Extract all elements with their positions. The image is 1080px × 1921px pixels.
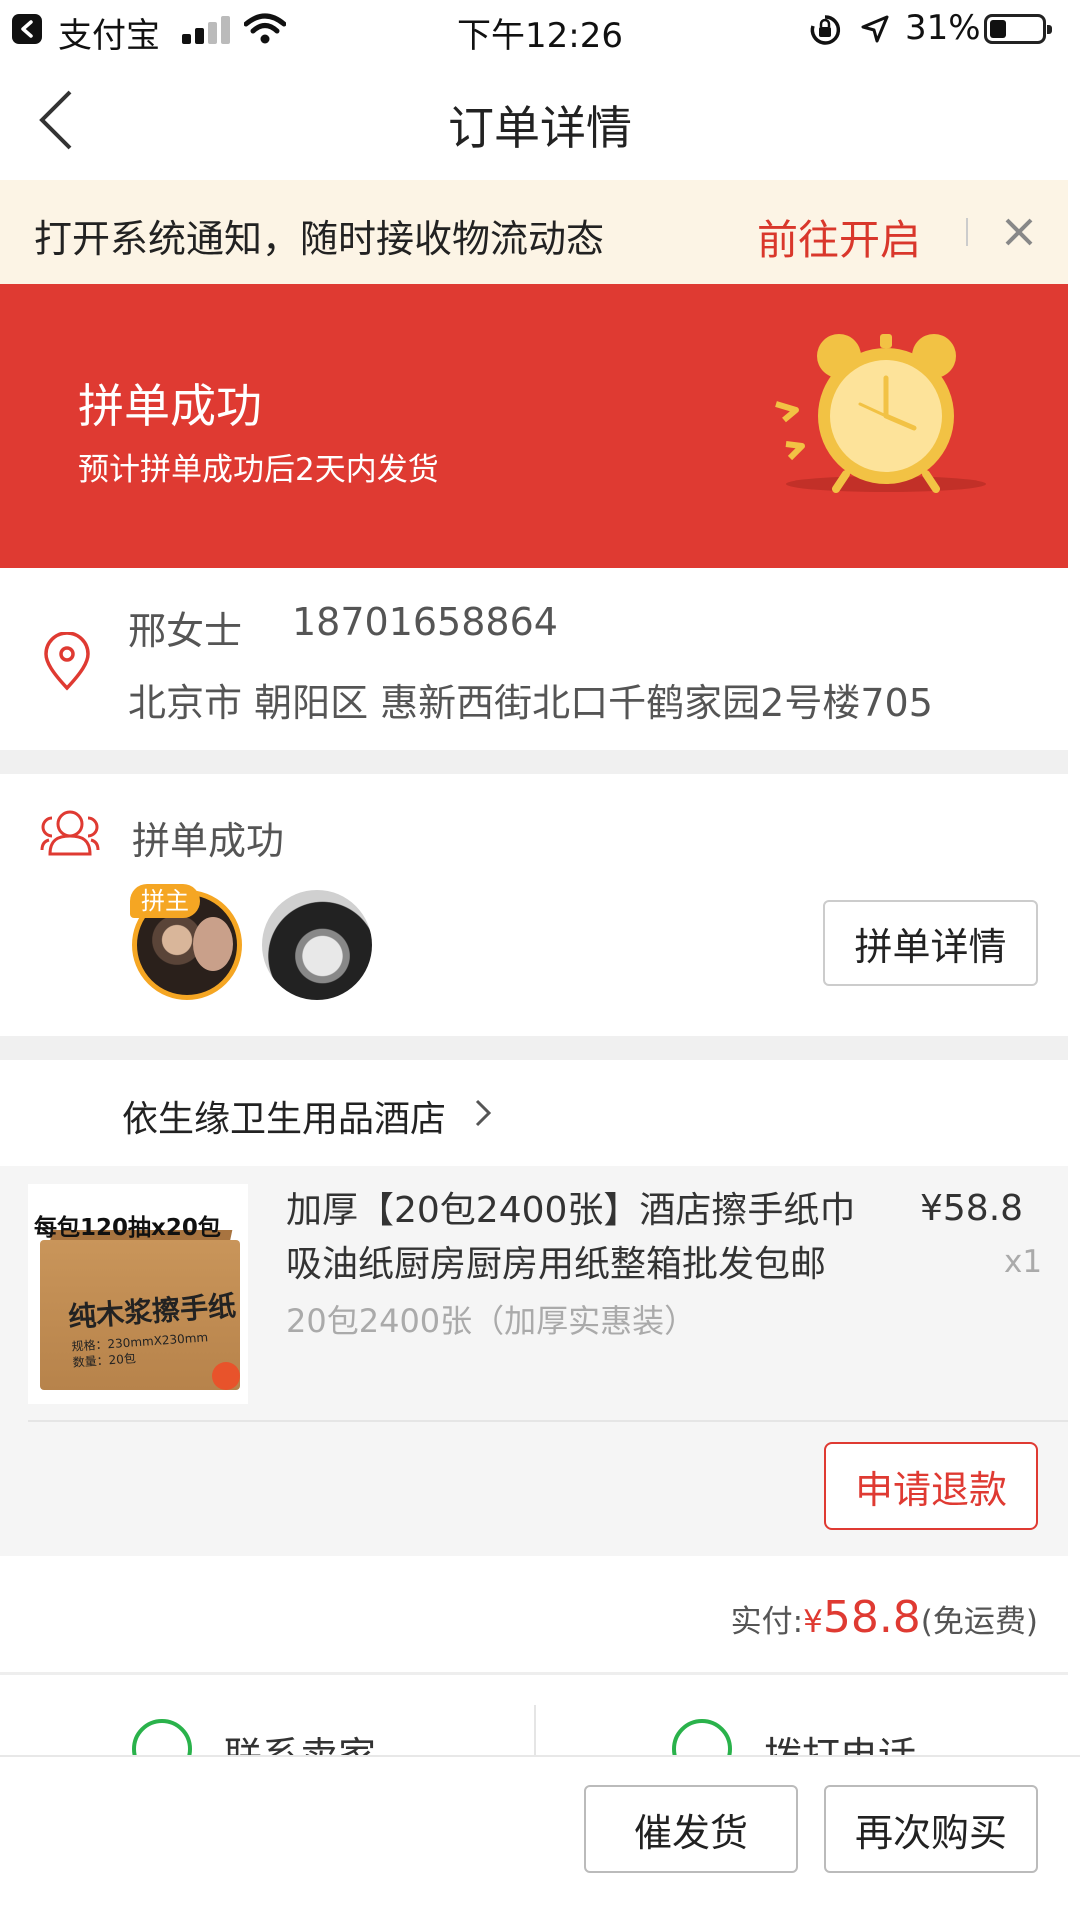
product-image[interactable]: 每包120抽x20包 纯木浆擦手纸 规格：230mmX230mm 数量：20包: [28, 1184, 248, 1404]
payment-total: 实付:¥58.8(免运费): [0, 1556, 1068, 1672]
call-phone-label: 拨打电话: [764, 1725, 916, 1755]
notification-text: 打开系统通知，随时接收物流动态: [34, 217, 605, 261]
total-line: 实付:¥58.8(免运费): [731, 1592, 1038, 1643]
item-divider: [28, 1420, 1068, 1422]
section-divider: [0, 1036, 1068, 1060]
contact-seller-label: 联系卖家: [224, 1725, 376, 1755]
shipping-address[interactable]: 邢女士 18701658864 北京市 朝阳区 惠新西街北口千鹤家园2号楼705: [0, 568, 1068, 750]
bottom-action-bar: 催发货 再次购买: [0, 1755, 1080, 1921]
product-quantity: x1: [1004, 1244, 1043, 1280]
contact-divider: [534, 1705, 536, 1755]
chat-bubble-icon: [132, 1719, 192, 1755]
order-item: 每包120抽x20包 纯木浆擦手纸 规格：230mmX230mm 数量：20包 …: [0, 1166, 1068, 1556]
shop-header[interactable]: 依生缘卫生用品酒店: [0, 1060, 1068, 1166]
battery-icon: [984, 14, 1052, 44]
group-buy-section: 拼单成功 拼主 拼单详情: [0, 774, 1068, 1036]
group-detail-button[interactable]: 拼单详情: [823, 900, 1038, 986]
total-amount: 58.8: [822, 1592, 921, 1643]
close-icon[interactable]: [997, 210, 1041, 254]
host-badge: 拼主: [130, 884, 200, 918]
order-status-title: 拼单成功: [78, 379, 262, 433]
shipping-note: (免运费): [920, 1604, 1038, 1640]
group-people-icon: [40, 810, 100, 856]
recipient-name: 邢女士: [128, 609, 243, 653]
contact-row: 联系卖家 拨打电话: [0, 1675, 1068, 1755]
product-spec: 20包2400张（加厚实惠装）: [286, 1302, 697, 1340]
refund-button[interactable]: 申请退款: [824, 1442, 1038, 1530]
total-currency: ¥: [803, 1604, 823, 1640]
member-avatar[interactable]: [262, 890, 372, 1000]
urge-shipping-button[interactable]: 催发货: [584, 1785, 798, 1873]
notification-banner: 打开系统通知，随时接收物流动态 前往开启: [0, 180, 1068, 284]
order-detail-page: 支付宝 下午12:26 31% 订单详情 打开系统通知，随时接收物流动态 前往开…: [0, 0, 1080, 1921]
product-title[interactable]: 加厚【20包2400张】酒店擦手纸巾吸油纸厨房厨房用纸整箱批发包邮: [286, 1184, 886, 1292]
alarm-clock-icon: [775, 334, 986, 493]
location-arrow-icon: [861, 15, 889, 43]
phone-icon: [672, 1719, 732, 1755]
section-divider: [0, 750, 1068, 774]
right-edge: [1068, 180, 1080, 1755]
recipient-address: 北京市 朝阳区 惠新西街北口千鹤家园2号楼705: [128, 681, 933, 725]
buy-again-button[interactable]: 再次购买: [824, 1785, 1038, 1873]
navigation-bar: 订单详情: [0, 60, 1080, 180]
total-label: 实付:: [730, 1604, 804, 1640]
product-price: ¥58.8: [920, 1188, 1024, 1229]
group-status-label: 拼单成功: [132, 819, 285, 863]
recipient-phone: 18701658864: [292, 600, 558, 644]
order-status-subtitle: 预计拼单成功后2天内发货: [78, 452, 439, 488]
shop-name[interactable]: 依生缘卫生用品酒店: [122, 1090, 446, 1142]
battery-percent: 31%: [905, 8, 981, 48]
status-bar: 支付宝 下午12:26 31%: [0, 0, 1080, 60]
location-pin-icon: [44, 632, 90, 691]
order-status-hero: 拼单成功 预计拼单成功后2天内发货: [0, 284, 1068, 568]
banner-divider: [966, 218, 968, 246]
brand-stamp: [212, 1362, 240, 1390]
page-title: 订单详情: [448, 101, 632, 155]
rotation-lock-icon: [810, 15, 841, 45]
enable-notifications-link[interactable]: 前往开启: [757, 206, 921, 266]
chevron-right-icon: [475, 1099, 492, 1127]
product-image-caption: 每包120抽x20包: [34, 1215, 221, 1241]
